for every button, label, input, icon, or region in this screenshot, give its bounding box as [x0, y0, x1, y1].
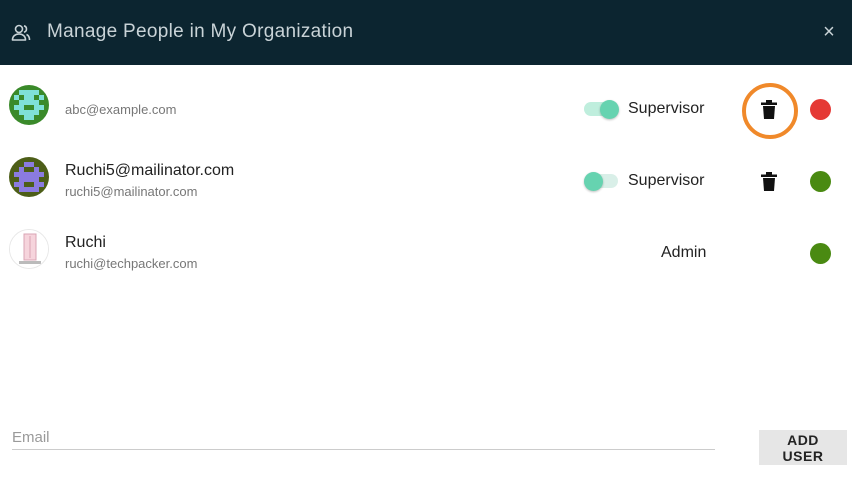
user-role: Supervisor [628, 100, 705, 117]
trash-icon[interactable] [760, 172, 778, 192]
user-name: Ruchi [65, 234, 106, 251]
user-role: Admin [661, 244, 707, 261]
user-email: ruchi@techpacker.com [65, 256, 198, 271]
status-dot [810, 243, 831, 264]
supervisor-toggle[interactable] [584, 100, 620, 119]
user-name: Ruchi5@mailinator.com [65, 162, 235, 179]
dialog-title: Manage People in My Organization [47, 21, 354, 42]
delete-highlight [742, 83, 798, 139]
email-input[interactable] [12, 425, 715, 450]
user-role: Supervisor [628, 172, 705, 189]
close-icon[interactable]: × [820, 22, 838, 42]
user-row: abc@example.com Supervisor [0, 80, 852, 140]
supervisor-toggle[interactable] [584, 172, 620, 191]
toggle-knob [600, 100, 619, 119]
add-user-button[interactable]: ADD USER [759, 430, 847, 465]
status-dot [810, 171, 831, 192]
people-icon [11, 24, 31, 41]
avatar [9, 229, 49, 269]
user-row: Ruchi5@mailinator.com ruchi5@mailinator.… [0, 152, 852, 212]
status-dot [810, 99, 831, 120]
avatar [9, 85, 49, 125]
user-email: ruchi5@mailinator.com [65, 184, 198, 199]
dialog-header: Manage People in My Organization × [0, 0, 852, 65]
toggle-knob [584, 172, 603, 191]
user-row: Ruchi ruchi@techpacker.com Admin [0, 224, 852, 284]
avatar [9, 157, 49, 197]
user-email: abc@example.com [65, 102, 177, 117]
